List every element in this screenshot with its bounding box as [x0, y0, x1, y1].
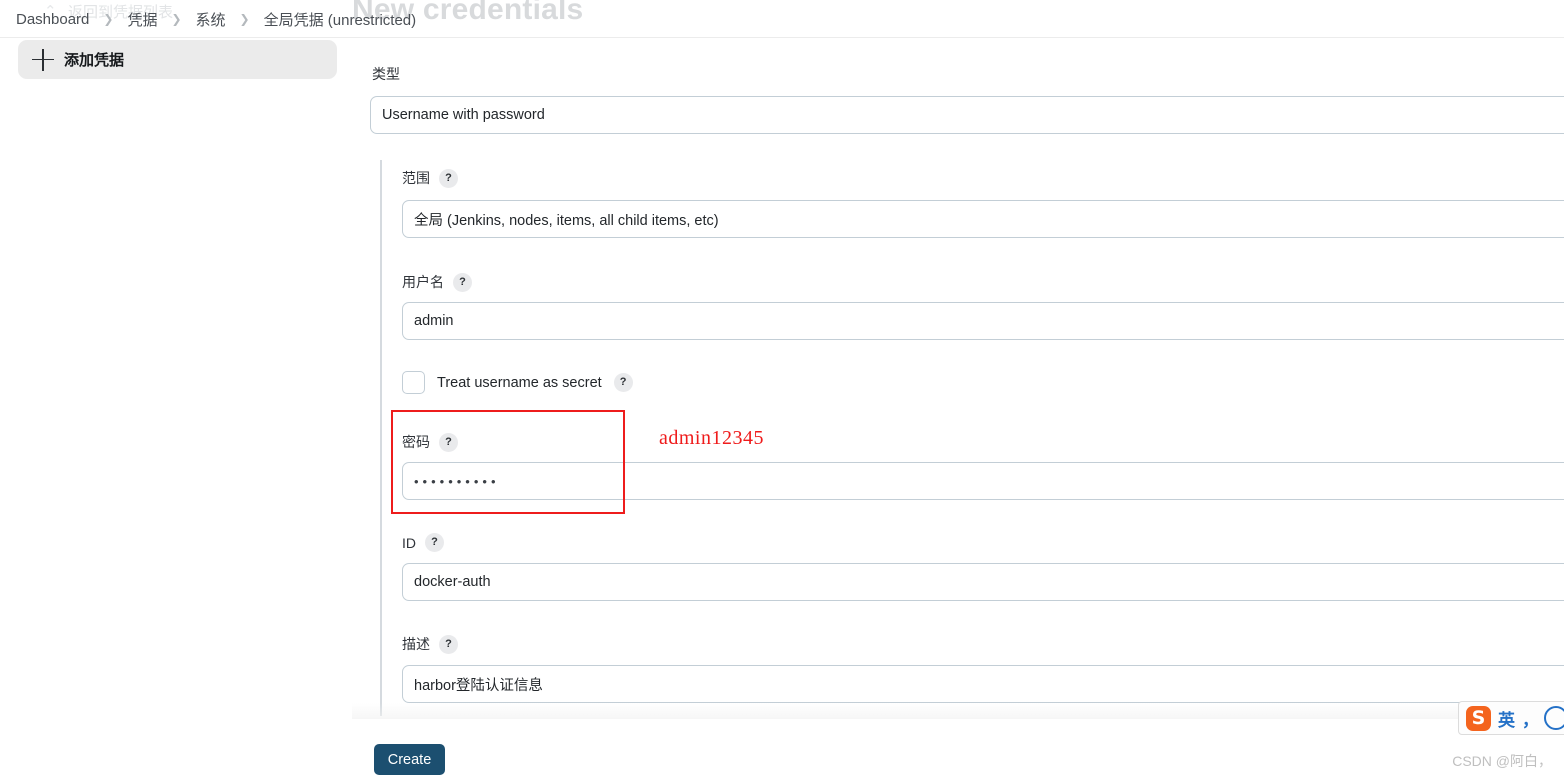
breadcrumb-item-dashboard[interactable]: Dashboard: [14, 9, 91, 30]
sogou-ime-toolbar[interactable]: S 英 ，: [1458, 701, 1564, 735]
breadcrumb: Dashboard ❯ 凭据 ❯ 系统 ❯ 全局凭据 (unrestricted…: [0, 0, 1564, 38]
type-label-text: 类型: [372, 66, 400, 82]
breadcrumb-separator-icon: ❯: [239, 12, 250, 26]
type-select[interactable]: Username with password: [370, 96, 1564, 134]
description-input[interactable]: harbor登陆认证信息: [402, 665, 1564, 703]
help-icon[interactable]: ?: [439, 634, 458, 654]
help-icon[interactable]: ?: [613, 373, 633, 392]
password-input[interactable]: ••••••••••: [402, 462, 1564, 500]
form-indent-rail: [380, 160, 382, 716]
type-label: 类型: [372, 64, 400, 84]
csdn-watermark: CSDN @阿白，: [1452, 753, 1552, 769]
username-label-text: 用户名: [402, 274, 444, 290]
form-footer: Create: [352, 719, 1564, 781]
treat-username-as-secret-row: Treat username as secret ?: [402, 371, 633, 394]
treat-username-as-secret-label: Treat username as secret: [437, 374, 602, 391]
id-label: ID ?: [402, 533, 444, 552]
breadcrumb-item-global-credentials[interactable]: 全局凭据 (unrestricted): [262, 7, 419, 32]
username-label: 用户名 ?: [402, 272, 472, 292]
scope-label-text: 范围: [402, 170, 430, 186]
ime-punctuation-toggle[interactable]: ，: [1522, 706, 1539, 731]
help-icon[interactable]: ?: [425, 533, 444, 552]
scope-label: 范围 ?: [402, 168, 458, 188]
breadcrumb-separator-icon: ❯: [171, 12, 182, 26]
sidebar-item-add-credentials[interactable]: 添加凭据: [18, 40, 337, 79]
username-input[interactable]: admin: [402, 302, 1564, 340]
help-icon[interactable]: ?: [453, 272, 472, 292]
breadcrumb-separator-icon: ❯: [103, 12, 114, 26]
description-label-text: 描述: [402, 636, 430, 652]
create-button[interactable]: Create: [374, 744, 445, 775]
annotation-note: admin12345: [659, 427, 764, 449]
credentials-form: 类型 Username with password 范围 ? 全局 (Jenki…: [352, 38, 1564, 781]
treat-username-as-secret-checkbox[interactable]: [402, 371, 425, 394]
emoji-circle-icon[interactable]: [1544, 706, 1564, 730]
sogou-logo-icon[interactable]: S: [1466, 705, 1491, 731]
id-label-text: ID: [402, 534, 416, 551]
ime-language-mode[interactable]: 英: [1498, 706, 1515, 731]
breadcrumb-item-credentials[interactable]: 凭据: [125, 7, 159, 32]
breadcrumb-item-system[interactable]: 系统: [194, 7, 228, 32]
id-input[interactable]: docker-auth: [402, 563, 1564, 601]
description-label: 描述 ?: [402, 634, 458, 654]
help-icon[interactable]: ?: [439, 168, 458, 188]
password-label-text: 密码: [402, 434, 430, 450]
sidebar: 添加凭据: [0, 38, 352, 781]
help-icon[interactable]: ?: [439, 432, 458, 452]
sidebar-item-label: 添加凭据: [64, 52, 125, 69]
scope-select[interactable]: 全局 (Jenkins, nodes, items, all child ite…: [402, 200, 1564, 238]
password-label: 密码 ?: [402, 432, 458, 452]
plus-icon: [32, 48, 54, 71]
